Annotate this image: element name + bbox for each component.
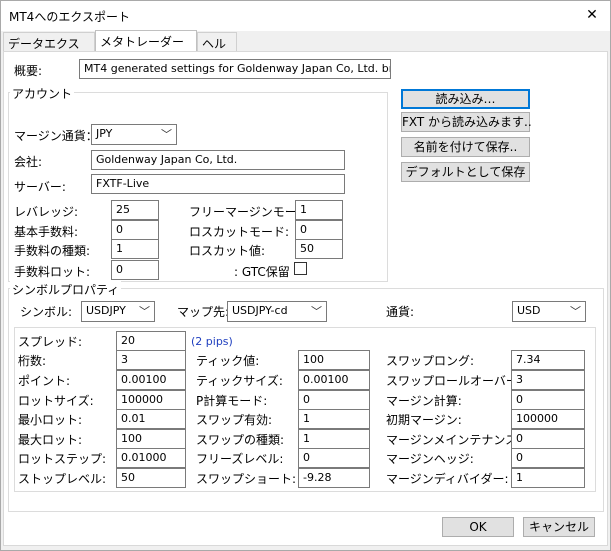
free-margin-mode-field[interactable]: 1 bbox=[295, 200, 343, 220]
spread-pips-note: (2 pips) bbox=[191, 335, 233, 348]
stop-level-label: ストップレベル: bbox=[18, 472, 107, 486]
margin-calc-label: マージン計算: bbox=[386, 394, 462, 408]
currency-value: USD bbox=[517, 304, 541, 317]
ok-button[interactable]: OK bbox=[442, 517, 514, 537]
tick-value-field[interactable]: 100 bbox=[298, 350, 370, 370]
account-group-title: アカウント bbox=[10, 85, 75, 102]
metatrader-info-panel: 概要: MT4 generated settings for Goldenway… bbox=[3, 51, 608, 546]
swap-type-label: スワップの種類: bbox=[196, 433, 285, 447]
stopout-mode-field[interactable]: 0 bbox=[295, 220, 343, 240]
commission-type-label: 手数料の種類: bbox=[14, 244, 91, 258]
window-title: MT4へのエクスポート bbox=[9, 10, 130, 24]
server-label: サーバー: bbox=[14, 180, 66, 194]
stop-level-field[interactable]: 50 bbox=[116, 468, 186, 488]
point-field[interactable]: 0.00100 bbox=[116, 370, 186, 390]
cancel-button[interactable]: キャンセル bbox=[523, 517, 595, 537]
margin-maintenance-field[interactable]: 0 bbox=[511, 429, 585, 449]
margin-maintenance-label: マージンメインテナンス: bbox=[386, 433, 522, 447]
symbol-label: シンボル: bbox=[20, 305, 73, 319]
margin-divider-label: マージンディバイダー: bbox=[386, 472, 509, 486]
currency-select[interactable]: USD ﹀ bbox=[512, 301, 586, 322]
chevron-down-icon: ﹀ bbox=[139, 305, 150, 318]
profit-calc-mode-field[interactable]: 0 bbox=[298, 390, 370, 410]
summary-label: 概要: bbox=[14, 64, 43, 78]
mt4-export-dialog: MT4へのエクスポート ✕ データエクスポート メタトレーダー情報 ヘルプ 概要… bbox=[0, 0, 611, 551]
lot-step-field[interactable]: 0.01000 bbox=[116, 448, 186, 468]
swap-enabled-label: スワップ有効: bbox=[196, 413, 273, 427]
lot-step-label: ロットステップ: bbox=[18, 452, 107, 466]
margin-hedge-field[interactable]: 0 bbox=[511, 448, 585, 468]
swap-short-field[interactable]: -9.28 bbox=[298, 468, 370, 488]
save-as-button[interactable]: 名前を付けて保存.. bbox=[401, 137, 530, 157]
margin-currency-value: JPY bbox=[96, 127, 113, 140]
point-label: ポイント: bbox=[18, 374, 71, 388]
swap-type-field[interactable]: 1 bbox=[298, 429, 370, 449]
company-label: 会社: bbox=[14, 155, 43, 169]
initial-margin-label: 初期マージン: bbox=[386, 413, 462, 427]
gtc-label: : GTC保留 bbox=[234, 265, 290, 279]
currency-label: 通貨: bbox=[386, 305, 415, 319]
freeze-level-label: フリーズレベル: bbox=[196, 452, 284, 466]
digits-label: 桁数: bbox=[18, 354, 47, 368]
swap-long-label: スワップロング: bbox=[386, 354, 475, 368]
load-fxt-button[interactable]: FXT から読み込みます.. bbox=[401, 112, 532, 132]
spread-label: スプレッド: bbox=[18, 335, 83, 349]
margin-calc-field[interactable]: 0 bbox=[511, 390, 585, 410]
margin-divider-field[interactable]: 1 bbox=[511, 468, 585, 488]
leverage-label: レバレッジ: bbox=[14, 205, 79, 219]
swap-short-label: スワップショート: bbox=[196, 472, 297, 486]
symbol-properties-title: シンボルプロパティ bbox=[10, 281, 122, 298]
server-field[interactable]: FXTF-Live bbox=[91, 174, 345, 194]
min-lot-label: 最小ロット: bbox=[18, 413, 83, 427]
swap-rollover-label: スワップロールオーバー: bbox=[386, 374, 522, 388]
lot-size-label: ロットサイズ: bbox=[18, 394, 94, 408]
swap-rollover-field[interactable]: 3 bbox=[511, 370, 585, 390]
margin-hedge-label: マージンヘッジ: bbox=[386, 452, 474, 466]
freeze-level-field[interactable]: 0 bbox=[298, 448, 370, 468]
commission-type-field[interactable]: 1 bbox=[111, 239, 159, 259]
swap-long-field[interactable]: 7.34 bbox=[511, 350, 585, 370]
map-value: USDJPY-cd bbox=[232, 304, 288, 317]
commission-lot-label: 手数料ロット: bbox=[14, 265, 91, 279]
gtc-checkbox[interactable] bbox=[294, 262, 307, 275]
chevron-down-icon: ﹀ bbox=[161, 128, 172, 141]
base-commission-field[interactable]: 0 bbox=[111, 220, 159, 240]
save-default-button[interactable]: デフォルトとして保存 bbox=[401, 162, 530, 182]
digits-field[interactable]: 3 bbox=[116, 350, 186, 370]
min-lot-field[interactable]: 0.01 bbox=[116, 409, 186, 429]
tab-help[interactable]: ヘルプ bbox=[197, 32, 237, 68]
map-select[interactable]: USDJPY-cd ﹀ bbox=[227, 301, 327, 322]
stopout-mode-label: ロスカットモード: bbox=[189, 225, 290, 239]
load-button[interactable]: 読み込み… bbox=[401, 89, 530, 109]
margin-currency-select[interactable]: JPY ﹀ bbox=[91, 124, 177, 145]
tick-size-label: ティックサイズ: bbox=[196, 374, 283, 388]
profit-calc-mode-label: P計算モード: bbox=[196, 394, 268, 408]
map-label: マップ先: bbox=[177, 305, 230, 319]
swap-enabled-field[interactable]: 1 bbox=[298, 409, 370, 429]
chevron-down-icon: ﹀ bbox=[311, 305, 322, 318]
title-bar: MT4へのエクスポート ✕ bbox=[1, 1, 610, 31]
leverage-field[interactable]: 25 bbox=[111, 200, 159, 220]
max-lot-label: 最大ロット: bbox=[18, 433, 83, 447]
symbol-value: USDJPY bbox=[86, 304, 126, 317]
spread-field[interactable]: 20 bbox=[116, 331, 186, 351]
stopout-value-label: ロスカット値: bbox=[189, 244, 266, 258]
lot-size-field[interactable]: 100000 bbox=[116, 390, 186, 410]
tick-size-field[interactable]: 0.00100 bbox=[298, 370, 370, 390]
margin-currency-label: マージン通貨： bbox=[14, 129, 98, 143]
base-commission-label: 基本手数料: bbox=[14, 225, 79, 239]
summary-field[interactable]: MT4 generated settings for Goldenway Jap… bbox=[79, 59, 391, 79]
stopout-value-field[interactable]: 50 bbox=[295, 239, 343, 259]
close-icon[interactable]: ✕ bbox=[580, 4, 604, 26]
tab-metatrader-info[interactable]: メタトレーダー情報 bbox=[95, 30, 197, 66]
symbol-select[interactable]: USDJPY ﹀ bbox=[81, 301, 155, 322]
tab-data-export[interactable]: データエクスポート bbox=[3, 32, 95, 68]
company-field[interactable]: Goldenway Japan Co, Ltd. bbox=[91, 150, 345, 170]
tick-value-label: ティック値: bbox=[196, 354, 260, 368]
commission-lot-field[interactable]: 0 bbox=[111, 260, 159, 280]
chevron-down-icon: ﹀ bbox=[570, 305, 581, 318]
initial-margin-field[interactable]: 100000 bbox=[511, 409, 585, 429]
max-lot-field[interactable]: 100 bbox=[116, 429, 186, 449]
